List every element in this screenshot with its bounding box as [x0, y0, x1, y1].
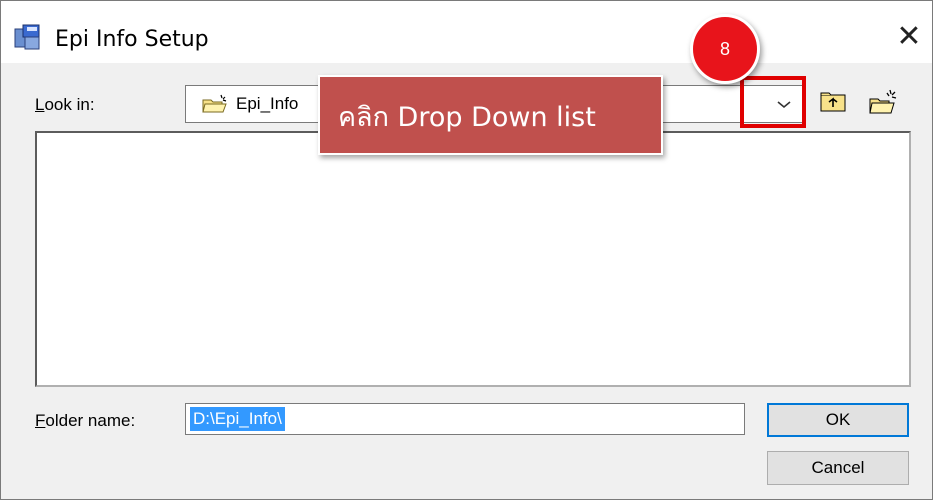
- window-title: Epi Info Setup: [55, 27, 209, 52]
- folder-name-label: Folder name:: [35, 411, 135, 431]
- ok-button[interactable]: OK: [767, 403, 909, 437]
- step-number-badge: 8: [690, 14, 760, 84]
- folder-name-value: D:\Epi_Info\: [190, 407, 285, 431]
- instruction-callout: คลิก Drop Down list: [318, 75, 663, 155]
- close-button[interactable]: ✕: [891, 19, 927, 55]
- dropdown-highlight-box: [740, 76, 806, 128]
- folder-icon: [202, 94, 227, 113]
- setup-app-icon: [14, 24, 40, 50]
- new-folder-icon[interactable]: [867, 87, 897, 117]
- look-in-label-rest: ook in:: [44, 95, 95, 114]
- title-bar: Epi Info Setup ✕: [1, 1, 932, 63]
- look-in-value: Epi_Info: [236, 94, 299, 113]
- folder-name-label-rest: older name:: [45, 411, 136, 430]
- folder-list[interactable]: [35, 131, 911, 387]
- cancel-button[interactable]: Cancel: [767, 451, 909, 485]
- callout-text: คลิก Drop Down list: [338, 102, 596, 133]
- folder-name-accel: F: [35, 411, 46, 430]
- folder-up-icon[interactable]: [818, 87, 848, 117]
- folder-name-input[interactable]: D:\Epi_Info\: [185, 403, 745, 435]
- look-in-label: Look in:: [35, 95, 95, 115]
